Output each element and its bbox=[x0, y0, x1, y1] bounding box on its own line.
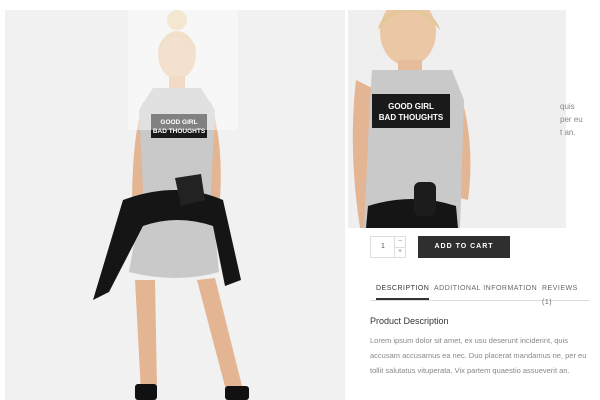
product-image-main[interactable]: GOOD GIRL BAD THOUGHTS bbox=[5, 10, 345, 400]
description-body: Lorem ipsum dolor sit amet, ex usu deser… bbox=[370, 336, 587, 375]
plus-icon[interactable]: + bbox=[394, 247, 405, 257]
zoom-print-line-1: GOOD GIRL bbox=[388, 102, 434, 111]
description-title: Product Description bbox=[370, 316, 449, 326]
zoom-print-line-2: BAD THOUGHTS bbox=[379, 113, 444, 122]
zoom-lens bbox=[128, 10, 238, 130]
background-description-text: quis per eu t an. bbox=[560, 100, 600, 139]
background-text-line: t an. bbox=[560, 128, 576, 137]
tab-additional-information[interactable]: ADDITIONAL INFORMATION bbox=[434, 282, 537, 296]
background-text-line: quis bbox=[560, 102, 575, 111]
quantity-input[interactable]: 1 bbox=[371, 237, 395, 257]
add-to-cart-button[interactable]: ADD TO CART bbox=[418, 236, 510, 258]
background-text-line: per eu bbox=[560, 115, 583, 124]
zoomed-model-illustration: GOOD GIRL BAD THOUGHTS bbox=[352, 10, 471, 228]
quantity-stepper[interactable]: 1 − + bbox=[370, 236, 406, 258]
tab-reviews[interactable]: REVIEWS (1) bbox=[542, 282, 590, 310]
tab-description[interactable]: DESCRIPTION bbox=[376, 282, 430, 300]
product-image-zoom: GOOD GIRL BAD THOUGHTS bbox=[348, 10, 566, 228]
product-tabs: DESCRIPTION ADDITIONAL INFORMATION REVIE… bbox=[370, 282, 590, 306]
